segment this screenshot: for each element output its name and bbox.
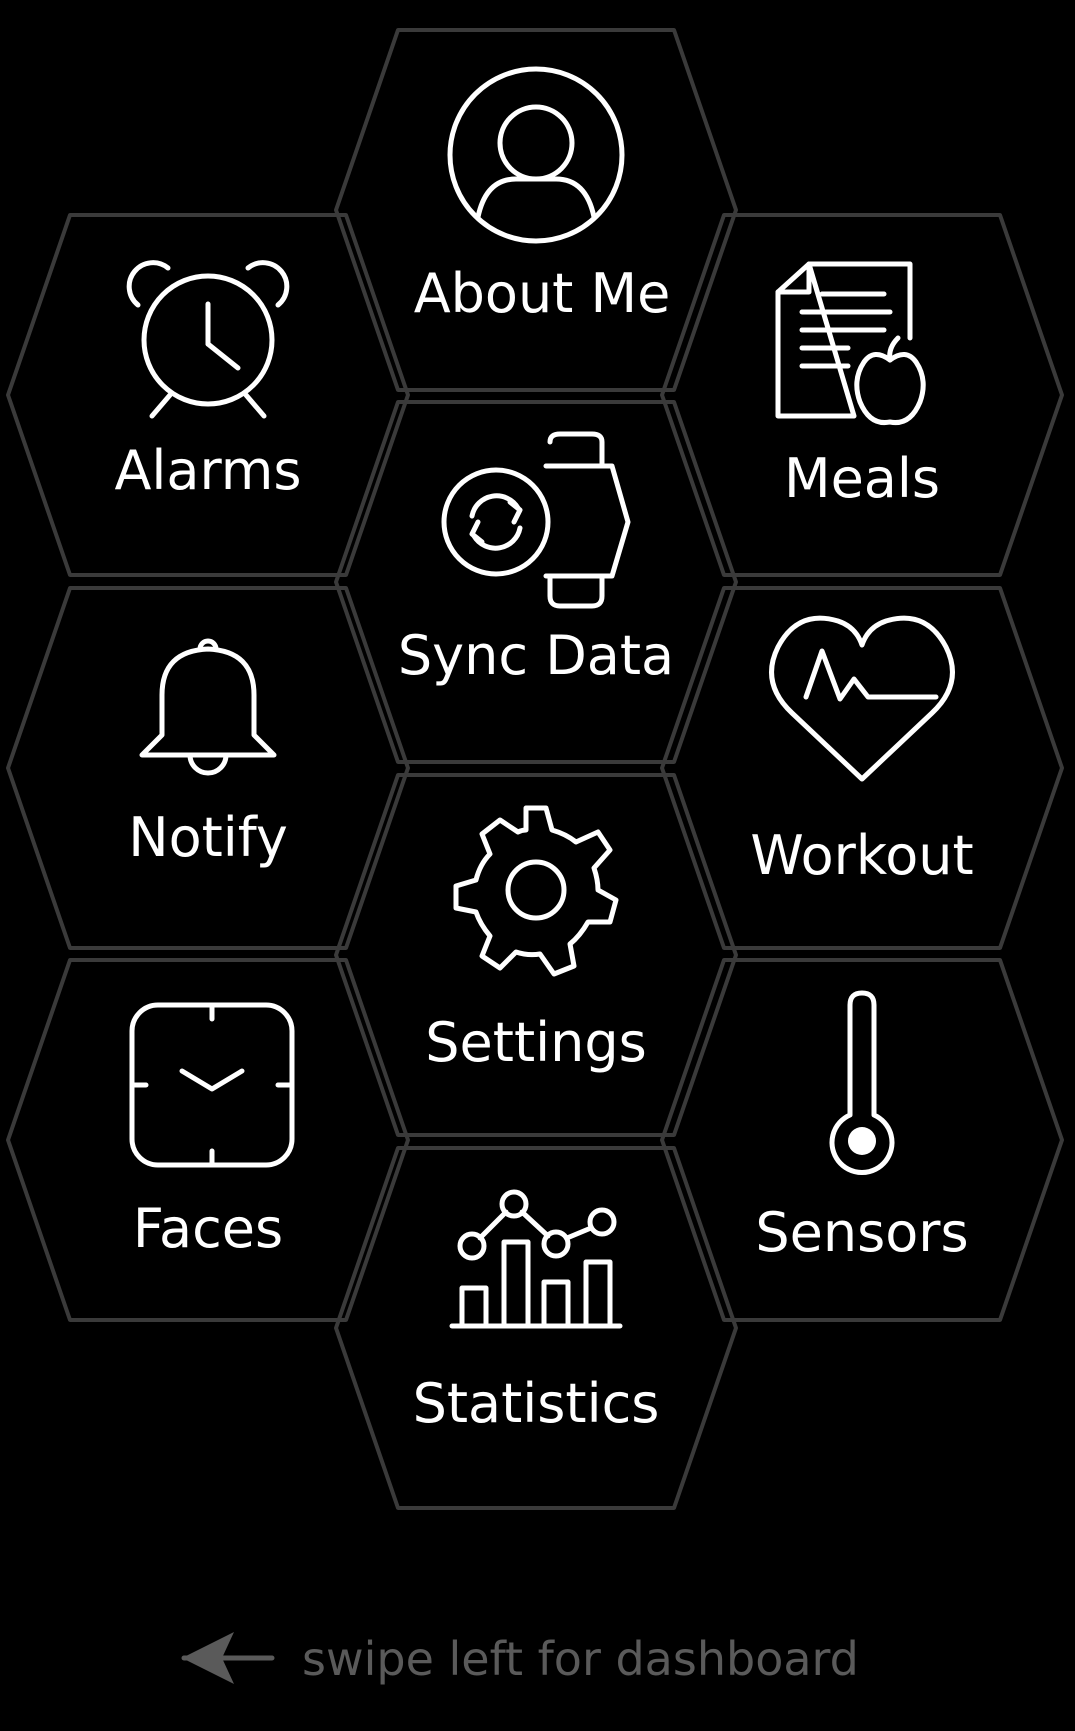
hex-border	[660, 213, 1064, 577]
hex-border	[6, 213, 410, 577]
swipe-hint-text: swipe left for dashboard	[302, 1632, 859, 1686]
tile-label: Sensors	[755, 1201, 968, 1264]
tile-notify[interactable]: Notify	[6, 586, 410, 950]
tile-faces[interactable]: Faces	[6, 958, 410, 1322]
tile-label: Settings	[425, 1011, 646, 1074]
tile-label: Statistics	[413, 1372, 660, 1435]
tile-label: Workout	[750, 824, 973, 887]
hex-border	[6, 958, 410, 1322]
tile-meals[interactable]: Meals	[660, 213, 1064, 577]
alarm-clock-icon	[126, 260, 290, 419]
hex-border	[334, 28, 738, 392]
tile-settings[interactable]: Settings	[334, 773, 738, 1137]
meal-document-icon	[775, 261, 926, 426]
gear-icon	[453, 805, 619, 977]
tile-statistics[interactable]: Statistics	[334, 1146, 738, 1510]
chart-icon	[449, 1189, 623, 1329]
tile-label: About Me	[414, 262, 671, 325]
hex-border	[334, 400, 738, 764]
arrow-left-icon	[181, 1632, 275, 1684]
tile-label: Notify	[128, 806, 288, 869]
tile-workout[interactable]: Workout	[660, 586, 1064, 950]
hex-menu-screen: About Me Alarms Meals Sync Data Notify W…	[6, 28, 1064, 1686]
tile-label: Meals	[784, 447, 940, 510]
tile-label: Alarms	[114, 439, 301, 502]
sync-watch-icon	[441, 431, 631, 609]
person-icon	[447, 66, 625, 244]
swipe-hint: swipe left for dashboard	[181, 1632, 859, 1686]
tile-alarms[interactable]: Alarms	[6, 213, 410, 577]
bell-icon	[139, 638, 277, 776]
tile-label: Faces	[133, 1197, 283, 1260]
heart-pulse-icon	[769, 615, 955, 782]
thermometer-icon	[829, 990, 895, 1175]
tile-about-me[interactable]: About Me	[334, 28, 738, 392]
tile-label: Sync Data	[398, 624, 674, 687]
tile-sync-data[interactable]: Sync Data	[334, 400, 738, 764]
watch-face-icon	[129, 1002, 295, 1168]
tile-sensors[interactable]: Sensors	[660, 958, 1064, 1322]
